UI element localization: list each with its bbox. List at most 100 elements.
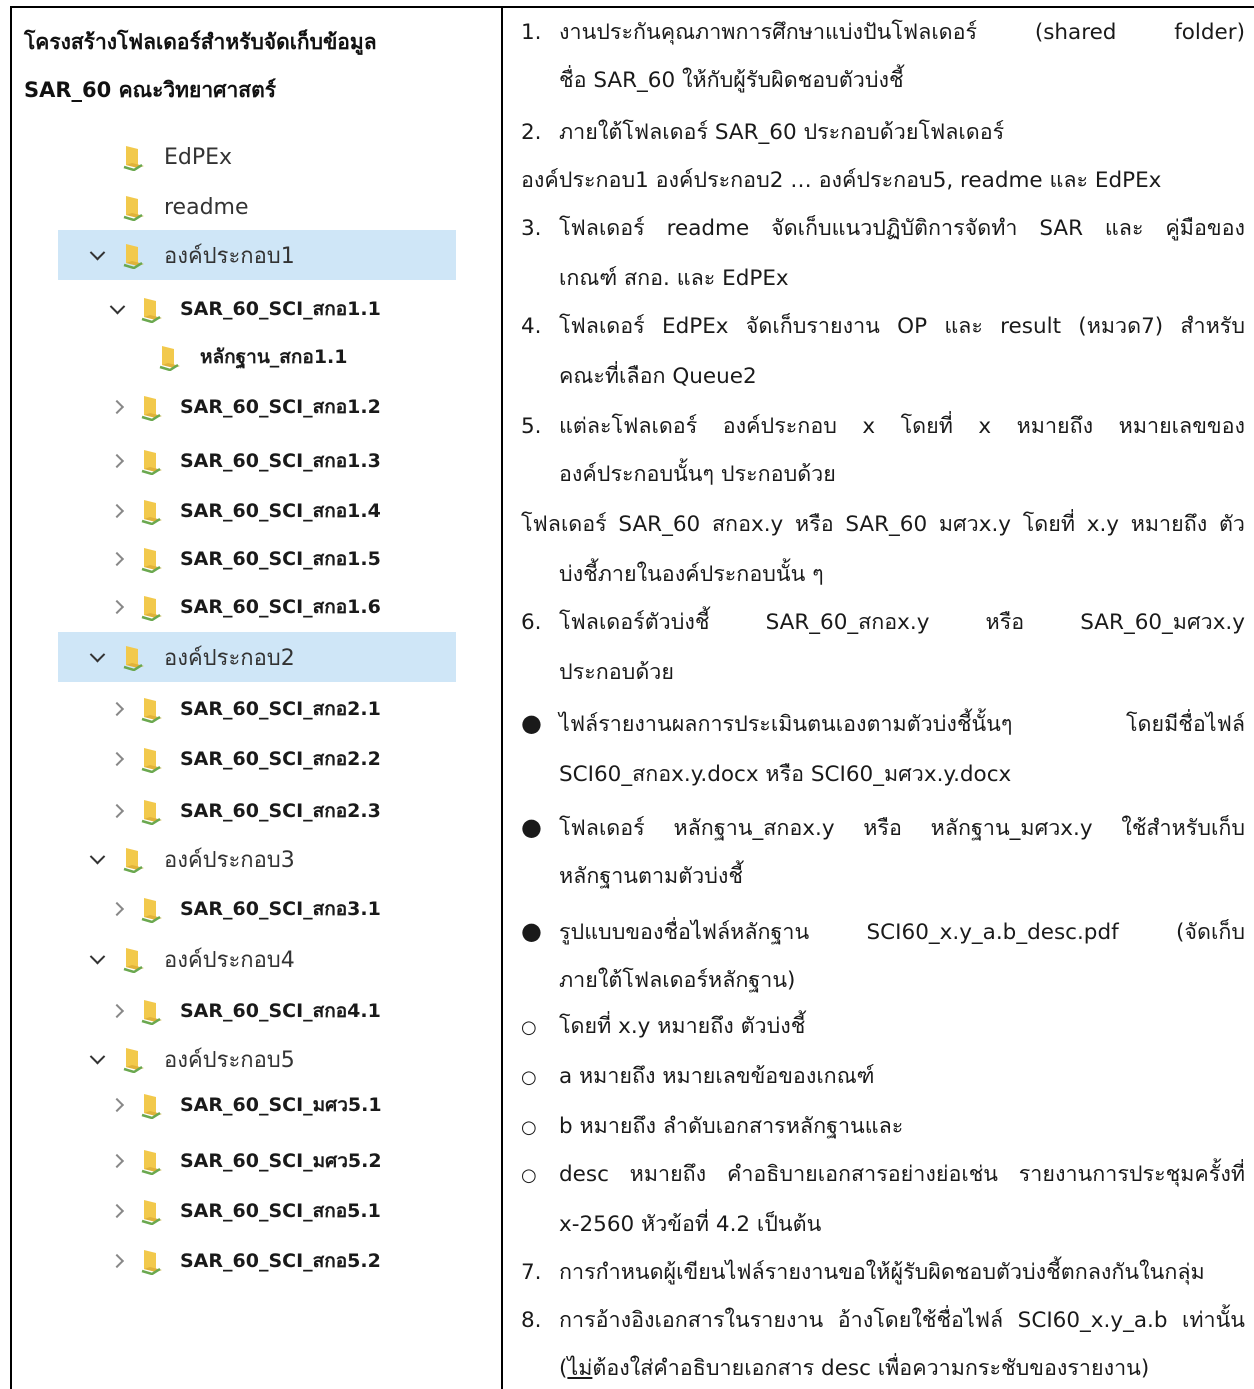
instruction-line: 6. โฟลเดอร์ตัวบ่งชี้ SAR_60_สกอx.y หรือ S…	[521, 608, 1245, 638]
chevron-right-icon[interactable]	[106, 898, 128, 920]
folder-icon	[140, 1197, 166, 1225]
tree-folder-item[interactable]: SAR_60_SCI_สกอ2.1	[58, 686, 456, 732]
tree-folder-item[interactable]: SAR_60_SCI_สกอ1.1	[58, 286, 456, 332]
instruction-text: โดยที่ x.y หมายถึง ตัวบ่งชี้	[559, 1014, 806, 1039]
chevron-right-icon[interactable]	[106, 1200, 128, 1222]
bullet-marker: ○	[521, 1165, 537, 1186]
instruction-line: ○ b หมายถึง ลำดับเอกสารหลักฐานและ	[521, 1112, 1245, 1143]
tree-folder-item[interactable]: SAR_60_SCI_สกอ4.1	[58, 988, 456, 1034]
instruction-text: แต่ละโฟลเดอร์ องค์ประกอบ x โดยที่ x หมาย…	[559, 414, 1245, 439]
bullet-marker: ●	[521, 709, 542, 737]
chevron-right-icon[interactable]	[106, 450, 128, 472]
tree-folder-label: SAR_60_SCI_สกอ3.1	[180, 898, 381, 920]
list-number: 7.	[521, 1260, 542, 1285]
folder-icon	[140, 1147, 166, 1175]
folder-structure-column: โครงสร้างโฟลเดอร์สำหรับจัดเก็บข้อมูล SAR…	[12, 8, 501, 1389]
chevron-down-icon[interactable]	[86, 1048, 108, 1070]
tree-folder-label: SAR_60_SCI_มศว5.1	[180, 1094, 382, 1116]
tree-folder-item[interactable]: หลักฐาน_สกอ1.1	[58, 334, 456, 380]
tree-folder-item[interactable]: SAR_60_SCI_มศว5.1	[58, 1082, 456, 1128]
tree-folder-label: SAR_60_SCI_สกอ5.2	[180, 1250, 381, 1272]
tree-folder-item[interactable]: SAR_60_SCI_สกอ1.3	[58, 438, 456, 484]
instruction-text: รูปแบบของชื่อไฟล์หลักฐาน SCI60_x.y_a.b_d…	[559, 920, 1245, 945]
chevron-right-icon[interactable]	[106, 1250, 128, 1272]
folder-icon	[122, 945, 148, 973]
instruction-text: ภายใต้โฟลเดอร์ SAR_60 ประกอบด้วยโฟลเดอร์	[559, 120, 1005, 145]
instruction-line: 5. แต่ละโฟลเดอร์ องค์ประกอบ x โดยที่ x หม…	[521, 412, 1245, 442]
chevron-right-icon[interactable]	[106, 698, 128, 720]
chevron-right-icon[interactable]	[106, 500, 128, 522]
tree-folder-item[interactable]: EdPEx	[58, 134, 456, 180]
instruction-line: 8. การอ้างอิงเอกสารในรายงาน อ้างโดยใช้ชื่…	[521, 1306, 1245, 1336]
instruction-text: โฟลเดอร์ EdPEx จัดเก็บรายงาน OP และ resu…	[559, 314, 1245, 339]
folder-icon	[122, 643, 148, 671]
tree-folder-item[interactable]: SAR_60_SCI_มศว5.2	[58, 1138, 456, 1184]
instruction-line: ● โฟลเดอร์ หลักฐาน_สกอx.y หรือ หลักฐาน_มศ…	[521, 812, 1245, 844]
chevron-down-icon[interactable]	[86, 646, 108, 668]
folder-icon	[140, 393, 166, 421]
tree-folder-label: SAR_60_SCI_สกอ5.1	[180, 1200, 381, 1222]
instruction-line: 2. ภายใต้โฟลเดอร์ SAR_60 ประกอบด้วยโฟลเดอ…	[521, 118, 1245, 148]
tree-folder-item[interactable]: SAR_60_SCI_สกอ2.2	[58, 736, 456, 782]
folder-icon	[140, 745, 166, 773]
tree-folder-label: SAR_60_SCI_สกอ1.1	[180, 298, 381, 320]
tree-folder-label: องค์ประกอบ3	[164, 847, 295, 873]
tree-folder-label: SAR_60_SCI_สกอ1.5	[180, 548, 381, 570]
instruction-line: 3. โฟลเดอร์ readme จัดเก็บแนวปฏิบัติการจั…	[521, 214, 1245, 244]
instruction-text: โฟลเดอร์ readme จัดเก็บแนวปฏิบัติการจัดท…	[559, 216, 1245, 241]
chevron-right-icon[interactable]	[106, 396, 128, 418]
tree-folder-item[interactable]: องค์ประกอบ3	[58, 836, 456, 882]
instructions-column: 1. งานประกันคุณภาพการศึกษาแบ่งปันโฟลเดอร์…	[503, 8, 1254, 1389]
tree-folder-item[interactable]: องค์ประกอบ4	[58, 936, 456, 982]
instruction-line: ● ไฟล์รายงานผลการประเมินตนเองตามตัวบ่งชี้…	[521, 708, 1245, 740]
tree-folder-item[interactable]: SAR_60_SCI_สกอ5.2	[58, 1238, 456, 1284]
chevron-down-icon[interactable]	[86, 848, 108, 870]
instruction-text: งานประกันคุณภาพการศึกษาแบ่งปันโฟลเดอร์ (…	[559, 20, 1245, 45]
chevron-right-icon[interactable]	[106, 1150, 128, 1172]
document-table: โครงสร้างโฟลเดอร์สำหรับจัดเก็บข้อมูล SAR…	[10, 6, 1254, 1389]
list-number: 5.	[521, 414, 542, 439]
bullet-marker: ●	[521, 813, 542, 841]
chevron-right-icon[interactable]	[106, 548, 128, 570]
tree-folder-item[interactable]: SAR_60_SCI_สกอ3.1	[58, 886, 456, 932]
instruction-line: หลักฐานตามตัวบ่งชี้	[559, 864, 743, 889]
tree-folder-label: SAR_60_SCI_มศว5.2	[180, 1150, 382, 1172]
tree-folder-label: SAR_60_SCI_สกอ1.6	[180, 596, 381, 618]
title-line-1: โครงสร้างโฟลเดอร์สำหรับจัดเก็บข้อมูล	[24, 30, 377, 54]
tree-folder-item[interactable]: SAR_60_SCI_สกอ2.3	[58, 788, 456, 834]
chevron-right-icon[interactable]	[106, 1000, 128, 1022]
tree-folder-item[interactable]: readme	[58, 184, 456, 230]
tree-folder-item[interactable]: SAR_60_SCI_สกอ1.6	[58, 584, 456, 630]
tree-folder-label: SAR_60_SCI_สกอ2.2	[180, 748, 381, 770]
tree-folder-item[interactable]: องค์ประกอบ5	[58, 1036, 456, 1082]
folder-icon	[122, 193, 148, 221]
chevron-down-icon[interactable]	[86, 244, 108, 266]
tree-folder-item[interactable]: SAR_60_SCI_สกอ1.4	[58, 488, 456, 534]
tree-folder-item[interactable]: SAR_60_SCI_สกอ1.2	[58, 384, 456, 430]
chevron-right-icon[interactable]	[106, 596, 128, 618]
tree-folder-label: องค์ประกอบ4	[164, 947, 295, 973]
tree-folder-label: SAR_60_SCI_สกอ1.2	[180, 396, 381, 418]
folder-structure-title: โครงสร้างโฟลเดอร์สำหรับจัดเก็บข้อมูล SAR…	[24, 18, 494, 114]
list-number: 4.	[521, 314, 542, 339]
underlined-word: ไม่	[567, 1356, 593, 1381]
folder-icon	[140, 497, 166, 525]
instruction-line: โฟลเดอร์ SAR_60 สกอx.y หรือ SAR_60 มศวx.…	[521, 512, 1245, 537]
folder-icon	[122, 1045, 148, 1073]
chevron-down-icon[interactable]	[106, 298, 128, 320]
tree-folder-item[interactable]: องค์ประกอบ1	[58, 230, 456, 280]
instruction-line: ประกอบด้วย	[559, 660, 674, 685]
list-number: 2.	[521, 120, 542, 145]
tree-folder-item[interactable]: SAR_60_SCI_สกอ5.1	[58, 1188, 456, 1234]
instruction-line: ○ desc หมายถึง คำอธิบายเอกสารอย่างย่อเช่น…	[521, 1160, 1245, 1191]
instruction-line: องค์ประกอบนั้นๆ ประกอบด้วย	[559, 462, 836, 487]
instruction-line: องค์ประกอบ1 องค์ประกอบ2 … องค์ประกอบ5, r…	[521, 168, 1162, 193]
chevron-right-icon[interactable]	[106, 1094, 128, 1116]
chevron-down-icon[interactable]	[86, 948, 108, 970]
tree-folder-label: SAR_60_SCI_สกอ2.3	[180, 800, 381, 822]
instruction-line: 4. โฟลเดอร์ EdPEx จัดเก็บรายงาน OP และ re…	[521, 312, 1245, 342]
chevron-right-icon[interactable]	[106, 800, 128, 822]
tree-folder-item[interactable]: SAR_60_SCI_สกอ1.5	[58, 536, 456, 582]
chevron-right-icon[interactable]	[106, 748, 128, 770]
tree-folder-item[interactable]: องค์ประกอบ2	[58, 632, 456, 682]
